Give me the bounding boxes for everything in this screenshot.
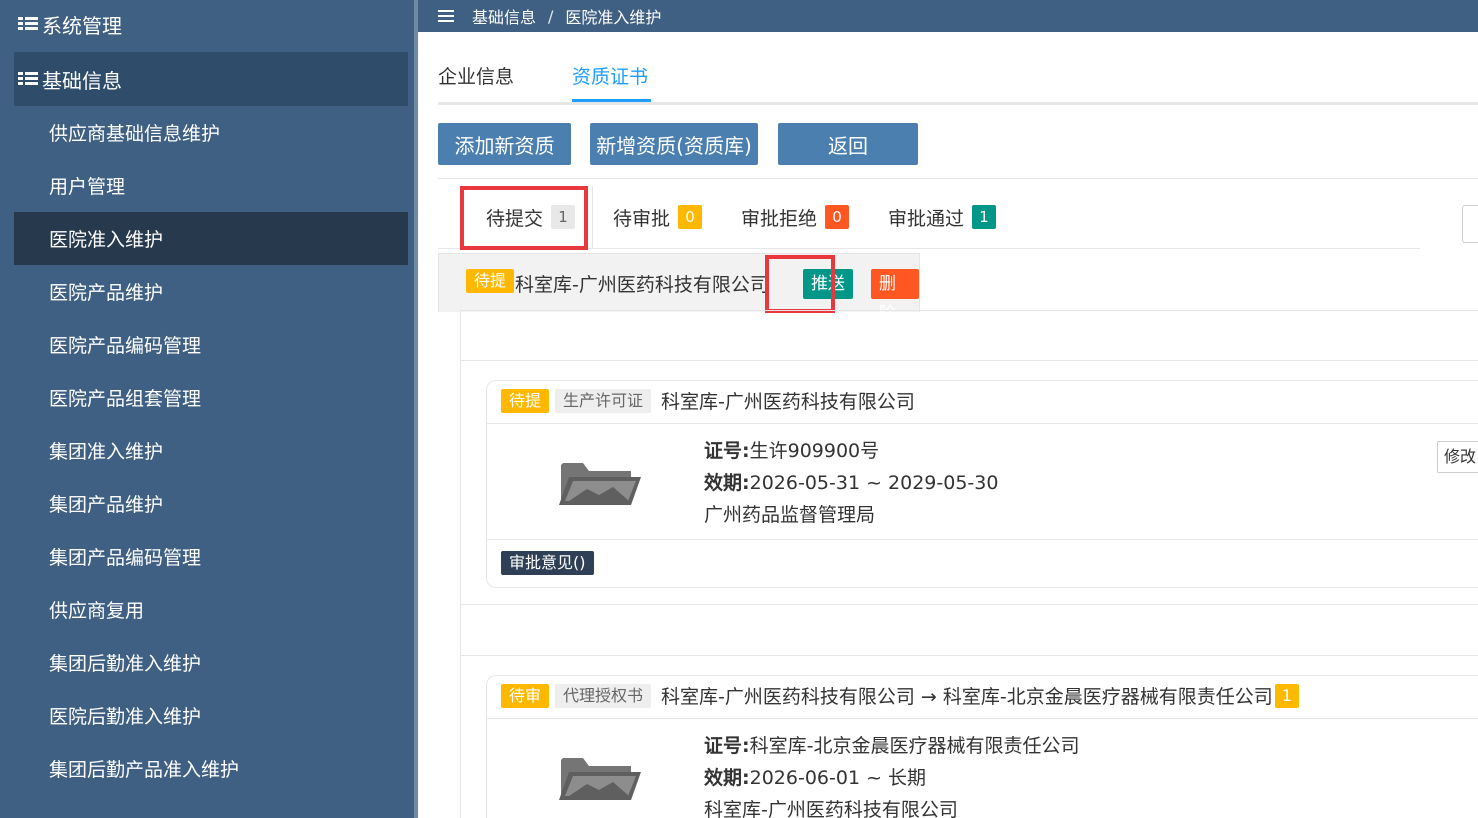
issuer: 科室库-广州医药科技有限公司 [704,799,958,818]
divider [487,539,1478,540]
highlight-box-pending-tab [460,186,588,250]
sidebar-group-label: 系统管理 [42,13,122,38]
main-content: 基础信息 / 医院准入维护 企业信息 资质证书 添加新资质 新增资质(资质库) … [418,0,1478,818]
sidebar-item-label: 医院产品维护 [49,282,164,304]
number-label: 证号: [704,440,750,462]
active-tab-indicator [572,99,651,102]
panel-title: 科室库-广州医药科技有限公司 [515,274,769,296]
tab-label: 待审批 [613,207,671,230]
sidebar-item-group-access[interactable]: 集团准入维护 [14,424,408,477]
folder-image-icon[interactable] [559,754,641,802]
divider [460,360,1478,361]
edit-button[interactable]: 修改 [1437,441,1478,473]
add-certificate-button[interactable]: 添加新资质 [438,123,571,165]
divider [460,604,1478,605]
status-badge: 待提 [501,388,550,413]
hamburger-icon[interactable] [438,10,454,22]
card-footer: 审批意见() [501,551,594,575]
sidebar-item-label: 医院产品编码管理 [49,335,202,357]
sidebar-item-group-product-codes[interactable]: 集团产品编码管理 [14,530,408,583]
number-label: 证号: [704,735,750,757]
sidebar-item-label: 集团产品编码管理 [49,547,202,569]
tab-label: 审批通过 [888,207,965,230]
number-value: 生许909900号 [749,440,880,462]
breadcrumb-bar: 基础信息 / 医院准入维护 [418,0,1478,32]
count-badge: 1 [1274,683,1299,708]
delete-button[interactable]: 删除 [871,269,919,324]
tab-label: 审批拒绝 [741,207,818,230]
main-tabs: 企业信息 资质证书 [438,56,1478,105]
breadcrumb-parent[interactable]: 基础信息 [472,4,536,28]
search-input[interactable] [1462,205,1478,243]
sidebar-item-label: 医院产品组套管理 [49,388,202,410]
divider [460,655,1478,656]
count-badge: 1 [972,205,997,229]
card-title: 科室库-广州医药科技有限公司 → 科室库-北京金晨医疗器械有限责任公司 [661,686,1273,708]
folder-image-icon[interactable] [559,459,641,507]
list-icon [18,16,38,32]
certificate-info: 证号:科室库-北京金晨医疗器械有限责任公司 效期:2026-06-01 ~ 长期… [704,730,1079,818]
sidebar-item-hospital-product-sets[interactable]: 医院产品组套管理 [14,371,408,424]
tab-rejected[interactable]: 审批拒绝 0 [741,186,850,248]
breadcrumb-current: 医院准入维护 [565,8,662,27]
divider [438,178,1478,179]
sidebar-group-label: 基础信息 [42,68,122,93]
add-from-library-button[interactable]: 新增资质(资质库) [590,123,758,165]
card-header: 待审 代理授权书 科室库-广州医药科技有限公司 → 科室库-北京金晨医疗器械有限… [501,682,1305,709]
sidebar-item-label: 用户管理 [49,176,126,198]
type-badge: 代理授权书 [555,683,652,708]
sidebar-group-system[interactable]: 系统管理 [14,0,408,48]
sidebar-menu: 系统管理 基础信息 供应商基础信息维护 用户管理 医院准入维护 医院产品维护 医… [14,0,408,795]
sidebar-item-supplier-reuse[interactable]: 供应商复用 [14,583,408,636]
sidebar-item-group-products[interactable]: 集团产品维护 [14,477,408,530]
validity-value: 2026-05-31 ~ 2029-05-30 [749,472,999,494]
card-title: 科室库-广州医药科技有限公司 [661,391,915,413]
tab-approved[interactable]: 审批通过 1 [888,186,997,248]
sidebar-item-user-management[interactable]: 用户管理 [14,159,408,212]
sidebar-item-label: 医院准入维护 [49,229,164,251]
status-badge: 待提 [466,269,515,293]
validity-value: 2026-06-01 ~ 长期 [749,767,927,789]
validity-label: 效期: [704,767,750,789]
highlight-box-push [765,255,835,313]
tab-pending-approval[interactable]: 待审批 0 [613,186,703,248]
certificate-card: 待提 生产许可证 科室库-广州医药科技有限公司 证号:生许909900号 效期:… [486,380,1478,588]
type-badge: 生产许可证 [555,388,652,413]
sidebar-item-label: 集团产品维护 [49,494,164,516]
divider [487,718,1478,719]
sidebar-item-group-logistics-products[interactable]: 集团后勤产品准入维护 [14,742,408,795]
sidebar-item-hospital-products[interactable]: 医院产品维护 [14,265,408,318]
sidebar: 系统管理 基础信息 供应商基础信息维护 用户管理 医院准入维护 医院产品维护 医… [0,0,414,818]
company-panel-header[interactable]: 待提 科室库-广州医药科技有限公司 推送 删除 [438,253,920,324]
list-icon [18,71,38,87]
count-badge: 0 [678,205,703,229]
number-value: 科室库-北京金晨医疗器械有限责任公司 [749,735,1080,757]
sidebar-item-group-logistics-access[interactable]: 集团后勤准入维护 [14,636,408,689]
approval-comments-button[interactable]: 审批意见() [501,551,594,575]
sidebar-item-hospital-logistics-access[interactable]: 医院后勤准入维护 [14,689,408,742]
back-button[interactable]: 返回 [778,123,918,165]
certificate-card: 待审 代理授权书 科室库-广州医药科技有限公司 → 科室库-北京金晨医疗器械有限… [486,675,1478,818]
count-badge: 0 [825,205,850,229]
validity-label: 效期: [704,472,750,494]
card-header: 待提 生产许可证 科室库-广州医药科技有限公司 [501,387,915,414]
status-badge: 待审 [501,683,550,708]
certificate-info: 证号:生许909900号 效期:2026-05-31 ~ 2029-05-30 … [704,435,998,531]
sidebar-item-hospital-product-codes[interactable]: 医院产品编码管理 [14,318,408,371]
sidebar-item-label: 集团后勤产品准入维护 [49,759,240,781]
sidebar-item-label: 医院后勤准入维护 [49,706,202,728]
sidebar-item-label: 供应商基础信息维护 [49,123,221,145]
sidebar-item-label: 集团准入维护 [49,441,164,463]
breadcrumb-separator: / [548,6,554,26]
issuer: 广州药品监督管理局 [704,504,876,526]
sidebar-item-supplier-info[interactable]: 供应商基础信息维护 [14,106,408,159]
sidebar-item-hospital-access[interactable]: 医院准入维护 [14,212,408,265]
sidebar-group-basic-info[interactable]: 基础信息 [14,52,408,106]
tab-company-info[interactable]: 企业信息 [438,62,514,89]
tab-certificates[interactable]: 资质证书 [572,62,648,89]
divider [487,423,1478,424]
sidebar-item-label: 供应商复用 [49,600,145,622]
sidebar-item-label: 集团后勤准入维护 [49,653,202,675]
